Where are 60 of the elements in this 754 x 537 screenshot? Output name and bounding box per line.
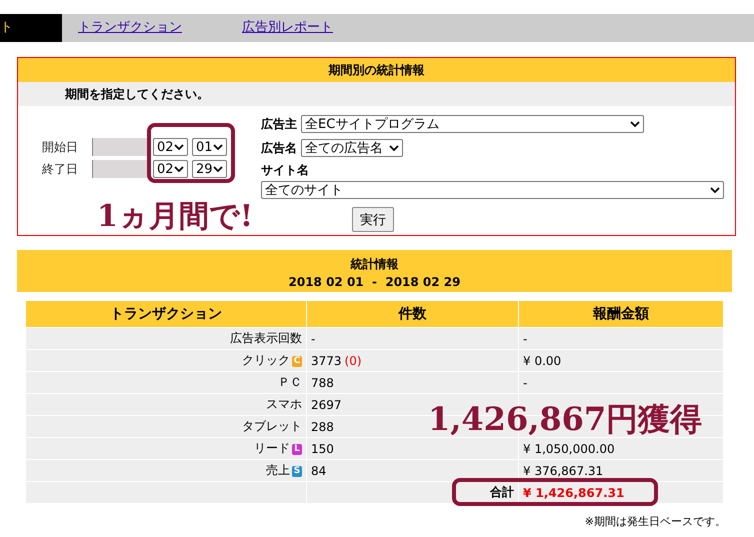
column-header: 報酬金額: [518, 300, 724, 328]
caret-icon: [213, 166, 223, 172]
row-label: 広告表示回数: [230, 331, 302, 345]
caret-icon: [174, 166, 184, 172]
stats-title: 統計情報: [350, 256, 400, 273]
amount-text: ¥ 0.00: [523, 354, 562, 368]
date-range: 2018 02 01 - 2018 02 29: [288, 275, 462, 289]
total-amount: ¥ 1,426,867.31: [523, 486, 624, 500]
amount-text: -: [523, 376, 528, 390]
field-label: 広告名: [261, 140, 297, 156]
column-header: 件数: [306, 300, 518, 328]
instruction-text: 期間を指定してください。: [18, 82, 735, 106]
caret-icon: [710, 187, 720, 193]
row-label: タブレット: [242, 419, 302, 433]
caret-icon: [630, 121, 640, 127]
total-label: 合計: [490, 485, 514, 499]
panel-title: 期間別の統計情報: [18, 58, 735, 82]
row-label: ＰＣ: [278, 375, 302, 389]
count-text: 3773: [311, 354, 342, 368]
dropdown[interactable]: 01: [192, 138, 227, 156]
caret-icon: [389, 145, 399, 151]
footnote: ※期間は発生日ベースです。: [584, 514, 726, 529]
count-text: 288: [311, 420, 334, 434]
submit-button[interactable]: 実行: [352, 207, 394, 232]
row-label: リード: [254, 441, 290, 455]
count-text: 84: [311, 464, 326, 478]
amount-text: ¥ 376,867.31: [523, 464, 604, 478]
field-label: 広告主: [261, 116, 297, 132]
dropdown[interactable]: 全ECサイトプログラム: [301, 115, 644, 133]
row-label: 売上: [266, 463, 290, 477]
dropdown[interactable]: 全てのサイト: [261, 181, 724, 199]
count-note: (0): [344, 354, 362, 368]
count-text: 2697: [311, 398, 342, 412]
count-text: -: [311, 332, 316, 346]
amount-text: ¥ 1,050,000.00: [523, 442, 615, 456]
tab[interactable]: 広告別レポート: [242, 14, 333, 42]
badge-icon: C: [292, 356, 302, 367]
caret-icon: [213, 144, 223, 150]
dropdown[interactable]: 02: [153, 160, 188, 178]
redacted-field: [92, 138, 149, 156]
count-text: 150: [311, 442, 334, 456]
badge-icon: S: [292, 466, 302, 477]
caret-icon: [174, 144, 184, 150]
field-label: 終了日: [42, 160, 79, 178]
tab[interactable]: トランザクション: [78, 14, 182, 42]
callout-text: 1,426,867円獲得: [428, 399, 702, 440]
column-header: トランザクション: [26, 300, 306, 328]
field-label: 開始日: [42, 138, 79, 156]
row-label: クリック: [242, 353, 290, 367]
count-text: 788: [311, 376, 334, 390]
callout-text: 1ヵ月間で!: [97, 198, 254, 236]
dropdown[interactable]: 29: [192, 160, 227, 178]
dropdown[interactable]: 02: [153, 138, 188, 156]
amount-text: -: [523, 332, 528, 346]
tab[interactable]: ト: [0, 14, 62, 42]
row-label: スマホ: [266, 397, 302, 411]
field-label: サイト名: [261, 162, 310, 179]
badge-icon: L: [292, 444, 302, 455]
redacted-field: [92, 160, 149, 178]
dropdown[interactable]: 全ての広告名: [301, 139, 403, 157]
